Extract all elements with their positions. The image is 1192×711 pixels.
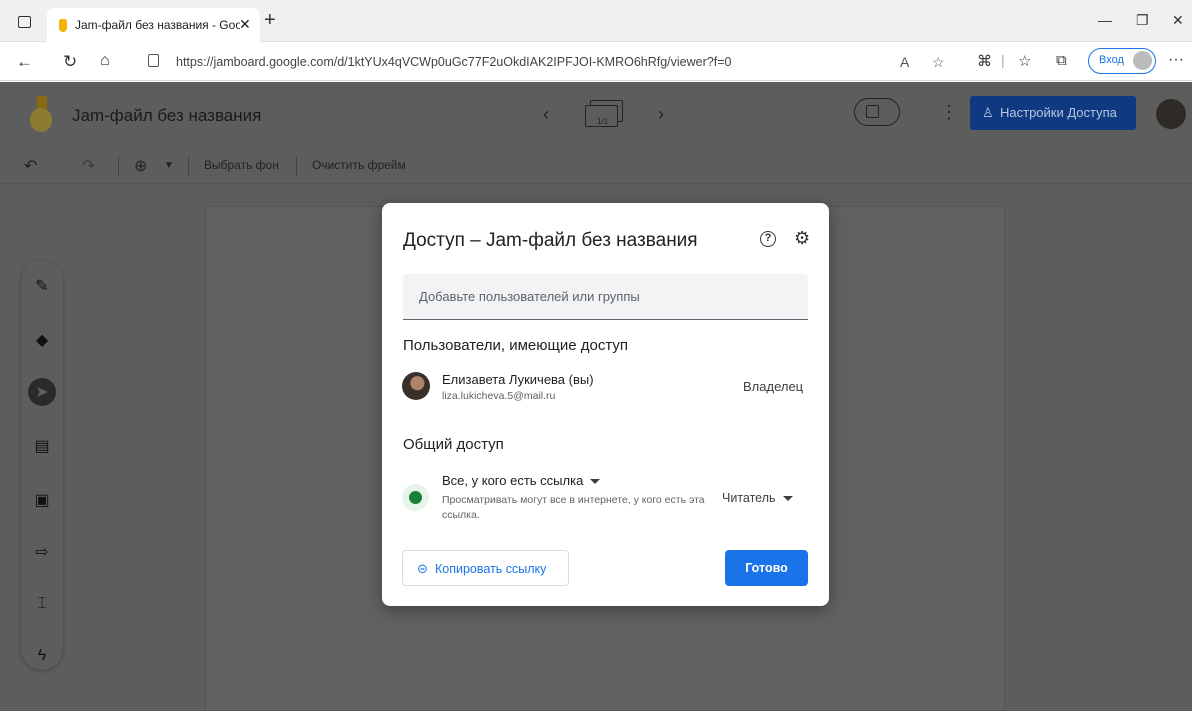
jamboard-logo[interactable] — [30, 96, 52, 132]
close-icon[interactable]: ✕ — [239, 16, 251, 33]
person-icon: ♙ — [982, 105, 994, 120]
laser-icon[interactable]: ϟ — [28, 642, 56, 670]
owner-avatar — [402, 372, 430, 400]
set-background-button[interactable]: Выбрать фон — [204, 158, 279, 172]
app-header: Jam-файл без названия ‹ 1/1 › ⋮ ♙ Настро… — [0, 82, 1192, 148]
undo-icon[interactable]: ↶ — [24, 156, 37, 176]
profile-icon — [1133, 51, 1152, 70]
toolbar-divider — [296, 156, 297, 176]
toolbar-divider — [118, 156, 119, 176]
reload-icon[interactable]: ↻ — [63, 52, 77, 72]
read-aloud-icon[interactable]: A — [900, 54, 909, 70]
settings-icon[interactable]: ⚙ — [794, 228, 810, 249]
browser-tab[interactable]: Jam-файл без названия - Googl ✕ — [47, 8, 260, 42]
help-icon[interactable]: ? — [760, 231, 776, 247]
link-role-value: Читатель — [722, 491, 776, 505]
extensions-icon[interactable]: ⌘ — [977, 52, 992, 70]
chevron-down-icon — [782, 496, 793, 502]
next-frame-icon[interactable]: › — [658, 104, 664, 125]
add-people-field[interactable] — [403, 274, 808, 320]
share-button[interactable]: ♙ Настройки Доступа — [970, 96, 1136, 130]
link-role-select[interactable]: Читатель — [722, 491, 793, 505]
done-label: Готово — [745, 561, 788, 575]
home-icon[interactable]: ⌂ — [100, 52, 110, 70]
sticky-note-icon[interactable]: ▤ — [28, 432, 56, 460]
general-access-value: Все, у кого есть ссылка — [442, 473, 584, 488]
login-label: Вход — [1099, 54, 1124, 66]
zoom-dropdown-icon[interactable]: ▼ — [164, 160, 174, 171]
owner-email: liza.lukicheva.5@mail.ru — [442, 390, 556, 402]
window-close-icon[interactable]: ✕ — [1172, 12, 1184, 29]
divider: | — [1001, 52, 1005, 68]
redo-icon[interactable]: ↷ — [82, 156, 95, 176]
text-box-icon[interactable]: ⌶ — [28, 590, 56, 618]
tab-title: Jam-файл без названия - Googl — [75, 18, 240, 32]
more-options-icon[interactable]: ⋮ — [940, 102, 958, 123]
general-access-description: Просматривать могут все в интернете, у к… — [442, 494, 705, 521]
jamboard-favicon — [59, 19, 67, 32]
copy-link-label: Копировать ссылку — [435, 562, 547, 576]
globe-icon — [402, 484, 429, 511]
browser-tab-bar: Jam-файл без названия - Googl ✕ + — ❐ ✕ — [0, 0, 1192, 42]
eraser-icon[interactable]: ◆ — [28, 326, 56, 354]
toolbar-divider — [188, 156, 189, 176]
image-icon[interactable]: ▣ — [28, 486, 56, 514]
favorites-add-icon[interactable]: ☆ — [932, 54, 945, 71]
restore-icon[interactable]: ❐ — [1136, 12, 1149, 29]
owner-name: Елизавета Лукичева (вы) — [442, 372, 594, 387]
owner-role: Владелец — [743, 379, 804, 394]
minimize-icon[interactable]: — — [1098, 12, 1112, 28]
share-dialog: Доступ – Jam-файл без названия ? ⚙ Польз… — [382, 203, 829, 606]
frame-counter: 1/1 — [596, 117, 609, 126]
tab-actions-icon[interactable] — [18, 16, 31, 28]
favorites-icon[interactable]: ☆ — [1018, 52, 1031, 70]
dialog-title: Доступ – Jam-файл без названия — [403, 230, 698, 251]
avatar[interactable] — [1156, 99, 1186, 129]
general-access-select[interactable]: Все, у кого есть ссылка — [442, 473, 601, 488]
back-icon[interactable]: ← — [16, 52, 33, 72]
lock-icon[interactable] — [148, 54, 159, 67]
url-text: https://jamboard.google.com/d/1ktYUx4qVC… — [176, 55, 732, 69]
document-title[interactable]: Jam-файл без названия — [72, 106, 261, 126]
more-icon[interactable]: ··· — [1168, 51, 1184, 69]
shape-icon[interactable]: ⇨ — [28, 538, 56, 566]
done-button[interactable]: Готово — [725, 550, 808, 586]
url-field[interactable]: https://jamboard.google.com/d/1ktYUx4qVC… — [134, 47, 954, 77]
link-icon: ⊝ — [417, 561, 428, 576]
chevron-down-icon — [590, 479, 601, 485]
copy-link-button[interactable]: ⊝ Копировать ссылку — [402, 550, 569, 586]
address-bar: ← ↻ ⌂ https://jamboard.google.com/d/1ktY… — [0, 43, 1192, 81]
prev-frame-icon[interactable]: ‹ — [543, 104, 549, 125]
app-toolbar: ↶ ↷ ⊕ ▼ Выбрать фон Очистить фрейм — [0, 148, 1192, 184]
tool-palette: ✎ ◆ ➤ ▤ ▣ ⇨ ⌶ ϟ — [21, 260, 63, 670]
frame-bar-button[interactable]: 1/1 — [585, 100, 623, 128]
present-icon — [866, 105, 879, 118]
users-heading: Пользователи, имеющие доступ — [403, 337, 629, 354]
select-icon[interactable]: ➤ — [28, 378, 56, 406]
login-button[interactable]: Вход — [1088, 48, 1156, 74]
add-people-input[interactable] — [403, 274, 808, 319]
pen-icon[interactable]: ✎ — [28, 272, 56, 300]
new-tab-button[interactable]: + — [264, 10, 276, 30]
present-button[interactable] — [854, 98, 900, 126]
share-label: Настройки Доступа — [1000, 105, 1117, 120]
general-access-heading: Общий доступ — [403, 436, 504, 453]
zoom-icon[interactable]: ⊕ — [134, 156, 147, 176]
collections-icon[interactable]: ⧉ — [1056, 52, 1067, 69]
clear-frame-button[interactable]: Очистить фрейм — [312, 158, 406, 172]
